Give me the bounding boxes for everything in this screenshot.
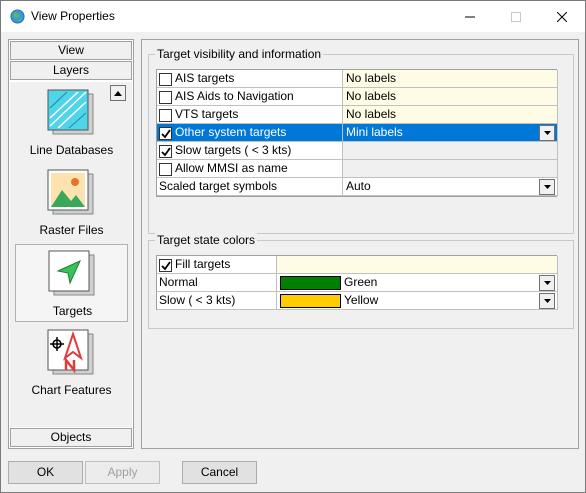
window-title: View Properties [31, 9, 115, 23]
row-value: Yellow [344, 293, 379, 307]
group-title: Target state colors [155, 233, 258, 247]
ais-aids-checkbox[interactable] [159, 91, 172, 104]
ais-targets-checkbox[interactable] [159, 73, 172, 86]
row-label: AIS Aids to Navigation [175, 89, 294, 103]
row-value: Mini labels [346, 125, 403, 139]
slow-color-dropdown-button[interactable] [539, 293, 555, 309]
ok-button[interactable]: OK [8, 461, 83, 484]
sidebar-item-chart-features[interactable]: Chart Features [15, 324, 128, 402]
row-value: No labels [346, 107, 397, 121]
maximize-icon [511, 11, 521, 22]
colors-grid: Fill targets Normal Green Slow (< 3 kts… [156, 255, 558, 310]
raster-files-icon [47, 169, 94, 215]
targets-settings-panel: Target visibility and information AIS ta… [141, 39, 579, 449]
minimize-button[interactable] [447, 1, 493, 32]
sidebar-item-targets[interactable]: Targets [15, 244, 128, 322]
close-icon [557, 11, 567, 22]
row-label: Slow targets ( < 3 kts) [175, 143, 292, 157]
row-label: Scaled target symbols [159, 179, 278, 193]
sidebar-item-label: Line Databases [29, 143, 114, 157]
row-value: No labels [346, 71, 397, 85]
label-style-dropdown-button[interactable] [539, 125, 555, 141]
line-databases-icon [47, 89, 94, 135]
row-label: Normal [159, 275, 198, 289]
nav-header-objects[interactable]: Objects [10, 428, 132, 447]
close-button[interactable] [539, 1, 585, 32]
title-bar: View Properties [1, 1, 585, 32]
view-properties-window: View Properties View Layers Line Databas… [0, 0, 586, 493]
apply-button[interactable]: Apply [85, 461, 160, 484]
group-title: Target visibility and information [155, 47, 324, 61]
nav-header-view[interactable]: View [10, 41, 132, 60]
arrow-up-icon [114, 90, 122, 96]
scroll-up-button[interactable] [110, 85, 126, 101]
row-label: Slow ( < 3 kts) [159, 293, 236, 307]
maximize-button[interactable] [493, 1, 539, 32]
scaled-symbols-dropdown-button[interactable] [539, 179, 555, 195]
chart-features-icon [47, 329, 94, 375]
sidebar-item-label: Raster Files [39, 223, 104, 237]
sidebar-item-label: Chart Features [31, 383, 112, 397]
fill-targets-checkbox[interactable] [159, 259, 172, 272]
sidebar-item-raster-files[interactable]: Raster Files [15, 164, 128, 242]
cancel-button[interactable]: Cancel [182, 461, 257, 484]
checkmark-icon [161, 129, 171, 139]
checkmark-icon [161, 261, 171, 271]
checkmark-icon [161, 147, 171, 157]
chevron-down-icon [543, 299, 551, 303]
normal-color-dropdown-button[interactable] [539, 275, 555, 291]
row-value: Auto [346, 179, 371, 193]
target-state-colors-group: Target state colors Fill targets Normal [148, 233, 574, 329]
targets-icon [48, 250, 95, 296]
row-value: Green [344, 275, 378, 289]
slow-targets-checkbox[interactable] [159, 145, 172, 158]
target-visibility-group: Target visibility and information AIS ta… [148, 47, 574, 234]
row-label: Allow MMSI as name [175, 161, 288, 175]
nav-header-layers[interactable]: Layers [10, 61, 132, 80]
chevron-down-icon [543, 131, 551, 135]
row-label: Fill targets [175, 257, 231, 271]
row-label: AIS targets [175, 71, 235, 85]
globe-icon [10, 9, 25, 24]
normal-color-swatch [280, 276, 341, 290]
layers-panel: Line Databases Raster Files Targets Char… [10, 82, 132, 427]
vts-targets-checkbox[interactable] [159, 109, 172, 122]
sidebar-item-label: Targets [52, 304, 93, 318]
row-value: No labels [346, 89, 397, 103]
row-label: Other system targets [175, 125, 287, 139]
row-label: VTS targets [175, 107, 239, 121]
chevron-down-icon [543, 185, 551, 189]
other-system-targets-checkbox[interactable] [159, 127, 172, 140]
slow-color-swatch [280, 294, 341, 308]
allow-mmsi-checkbox[interactable] [159, 163, 172, 176]
chevron-down-icon [543, 281, 551, 285]
visibility-grid: AIS targets No labels AIS Aids to Naviga… [156, 69, 558, 197]
minimize-icon [465, 16, 475, 17]
